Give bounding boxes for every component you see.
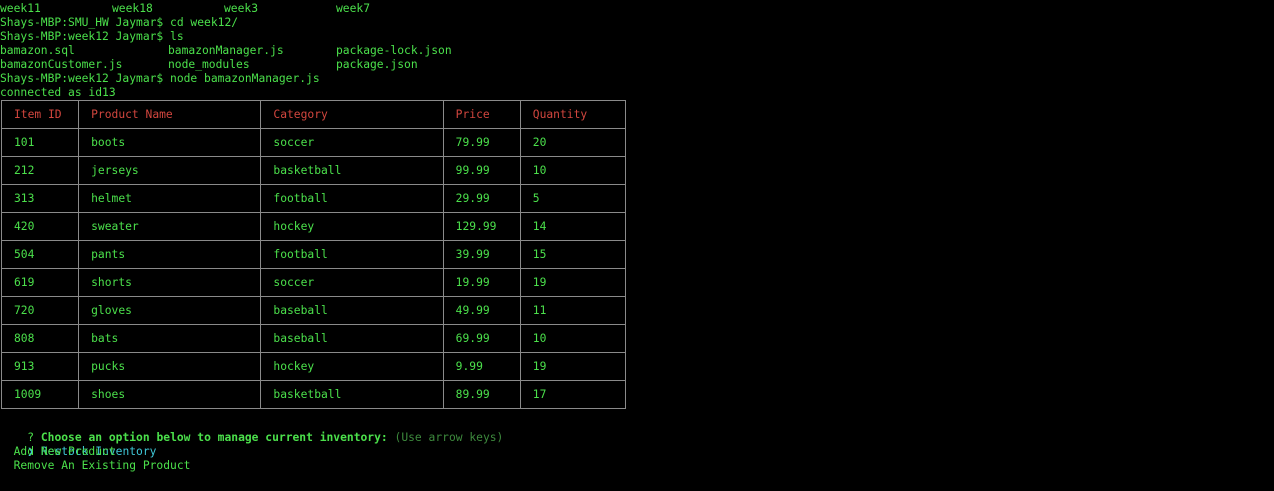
inventory-table: Item ID Product Name Category Price Quan…: [0, 100, 627, 409]
command-line-cd: Shays-MBP:SMU_HW Jaymar$ cd week12/: [0, 16, 239, 29]
ls-entry: week18: [112, 2, 153, 15]
cell-price: 99.99: [442, 156, 521, 185]
table-header-row: Item ID Product Name Category Price Quan…: [0, 100, 627, 129]
table-row: 808 bats baseball 69.99 10: [0, 324, 627, 353]
cell-item-id: 808: [0, 324, 80, 353]
cell-category: baseball: [260, 324, 444, 353]
cell-quantity: 10: [519, 156, 627, 185]
cell-item-id: 619: [0, 268, 80, 297]
cell-product-name: sweater: [78, 212, 262, 241]
cell-category: hockey: [260, 352, 444, 381]
column-header-product-name: Product Name: [78, 100, 262, 129]
ls-entry: bamazonManager.js: [168, 44, 284, 57]
table-row: 101 boots soccer 79.99 20: [0, 128, 627, 157]
ls-entry: bamazon.sql: [0, 44, 75, 57]
cell-price: 69.99: [442, 324, 521, 353]
cell-price: 49.99: [442, 296, 521, 325]
ls-output-dirs: week11 week18 week3 week7: [0, 2, 1274, 16]
column-header-category: Category: [260, 100, 444, 129]
cell-product-name: bats: [78, 324, 262, 353]
cell-item-id: 913: [0, 352, 80, 381]
cell-category: hockey: [260, 212, 444, 241]
cell-product-name: helmet: [78, 184, 262, 213]
cell-price: 9.99: [442, 352, 521, 381]
cell-price: 79.99: [442, 128, 521, 157]
menu-option-label: Remove An Existing Product: [13, 459, 191, 472]
table-row: 913 pucks hockey 9.99 19: [0, 352, 627, 381]
ls-entry: bamazonCustomer.js: [0, 58, 123, 71]
table-row: 420 sweater hockey 129.99 14: [0, 212, 627, 241]
cell-price: 39.99: [442, 240, 521, 269]
terminal-window[interactable]: week11 week18 week3 week7 Shays-MBP:SMU_…: [0, 2, 1274, 473]
cell-product-name: shorts: [78, 268, 262, 297]
cell-product-name: boots: [78, 128, 262, 157]
cell-item-id: 313: [0, 184, 80, 213]
table-row: 212 jerseys basketball 99.99 10: [0, 156, 627, 185]
cell-price: 129.99: [442, 212, 521, 241]
cell-quantity: 14: [519, 212, 627, 241]
cell-quantity: 10: [519, 324, 627, 353]
cell-quantity: 19: [519, 352, 627, 381]
connection-status: connected as id13: [0, 86, 116, 99]
menu-option-add-new-product[interactable]: Add New Product: [0, 445, 1274, 459]
table-row: 1009 shoes basketball 89.99 17: [0, 380, 627, 409]
column-header-price: Price: [442, 100, 521, 129]
cell-product-name: jerseys: [78, 156, 262, 185]
cell-item-id: 720: [0, 296, 80, 325]
command-line-ls: Shays-MBP:week12 Jaymar$ ls: [0, 30, 184, 43]
cell-price: 19.99: [442, 268, 521, 297]
cell-item-id: 212: [0, 156, 80, 185]
cell-quantity: 11: [519, 296, 627, 325]
inquirer-prompt: ? Choose an option below to manage curre…: [0, 417, 1274, 444]
table-row: 504 pants football 39.99 15: [0, 240, 627, 269]
table-row: 313 helmet football 29.99 5: [0, 184, 627, 213]
cell-category: soccer: [260, 128, 444, 157]
cell-category: basketball: [260, 380, 444, 409]
ls-output-files: bamazon.sql bamazonManager.js package-lo…: [0, 44, 1274, 58]
cell-product-name: pants: [78, 240, 262, 269]
ls-entry: node_modules: [168, 58, 250, 71]
cell-price: 89.99: [442, 380, 521, 409]
cell-item-id: 1009: [0, 380, 80, 409]
ls-entry: week11: [0, 2, 41, 15]
table-row: 619 shorts soccer 19.99 19: [0, 268, 627, 297]
cell-product-name: gloves: [78, 296, 262, 325]
cell-category: football: [260, 240, 444, 269]
cell-product-name: shoes: [78, 380, 262, 409]
ls-entry: week7: [336, 2, 371, 15]
cell-category: football: [260, 184, 444, 213]
cell-quantity: 5: [519, 184, 627, 213]
command-line-node: Shays-MBP:week12 Jaymar$ node bamazonMan…: [0, 72, 320, 85]
ls-entry: package-lock.json: [336, 44, 452, 57]
ls-entry: package.json: [336, 58, 418, 71]
column-header-quantity: Quantity: [519, 100, 627, 129]
ls-output-files: bamazonCustomer.js node_modules package.…: [0, 58, 1274, 72]
cell-item-id: 504: [0, 240, 80, 269]
menu-option-remove-existing-product[interactable]: Remove An Existing Product: [0, 459, 1274, 473]
cell-quantity: 19: [519, 268, 627, 297]
cell-price: 29.99: [442, 184, 521, 213]
ls-entry: week3: [224, 2, 259, 15]
cell-quantity: 15: [519, 240, 627, 269]
cell-quantity: 17: [519, 380, 627, 409]
cell-category: soccer: [260, 268, 444, 297]
cell-item-id: 101: [0, 128, 80, 157]
table-row: 720 gloves baseball 49.99 11: [0, 296, 627, 325]
menu-option-restock-inventory[interactable]: ❯ Restock Inventory: [0, 431, 1274, 458]
cell-quantity: 20: [519, 128, 627, 157]
cell-category: baseball: [260, 296, 444, 325]
cell-product-name: pucks: [78, 352, 262, 381]
cell-item-id: 420: [0, 212, 80, 241]
menu-option-label: Add New Product: [13, 445, 116, 458]
cell-category: basketball: [260, 156, 444, 185]
